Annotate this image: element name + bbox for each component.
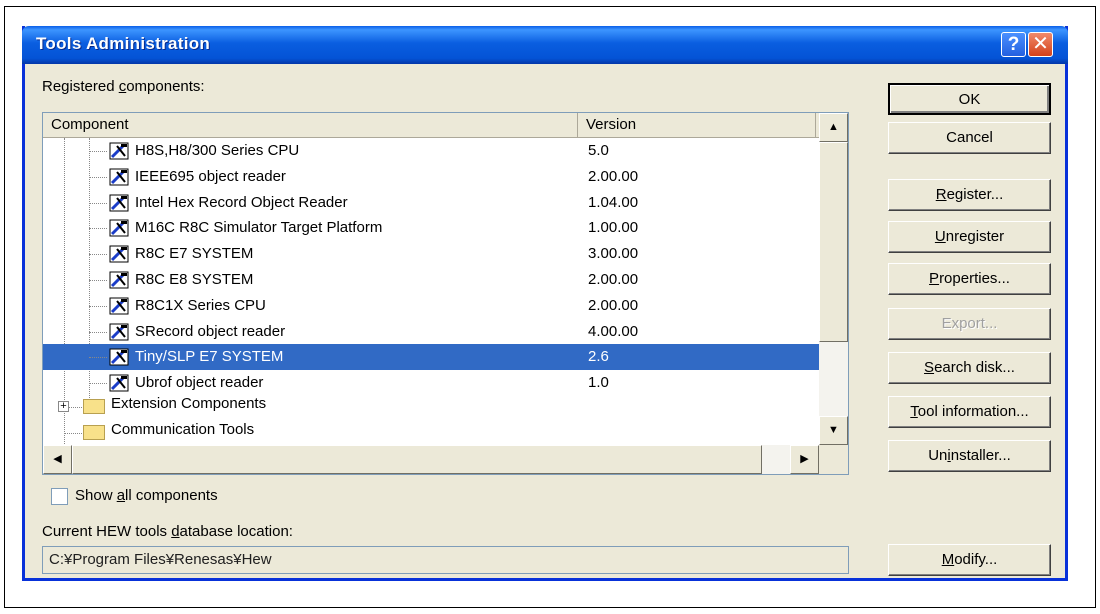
folder-icon <box>83 399 105 414</box>
component-name: IEEE695 object reader <box>135 167 286 185</box>
list-item[interactable]: H8S,H8/300 Series CPU 5.0 <box>43 138 819 164</box>
database-path-field[interactable]: C:¥Program Files¥Renesas¥Hew <box>42 546 849 574</box>
database-location-label: Current HEW tools database location: <box>42 523 293 540</box>
component-version: 1.00.00 <box>588 219 639 237</box>
search-disk-button[interactable]: Search disk... <box>888 352 1051 384</box>
component-icon <box>109 297 129 315</box>
component-name: Intel Hex Record Object Reader <box>135 193 348 211</box>
component-version: 4.00.00 <box>588 322 639 340</box>
show-all-checkbox[interactable] <box>51 488 68 505</box>
component-icon <box>109 348 129 366</box>
component-name: R8C1X Series CPU <box>135 296 266 314</box>
folder-icon <box>83 425 105 440</box>
tree-item-communication-tools[interactable]: Communication Tools <box>111 421 254 438</box>
registered-components-label: Registered components: <box>42 78 205 95</box>
component-name: H8S,H8/300 Series CPU <box>135 142 300 159</box>
components-list[interactable]: Component Version H8S,H8/300 Series CPU 5… <box>42 112 849 475</box>
component-name: SRecord object reader <box>135 322 286 340</box>
list-item[interactable]: SRecord object reader 4.00.00 <box>43 319 819 345</box>
component-name: Ubrof object reader <box>135 374 264 392</box>
tools-administration-dialog: Tools Administration ? ✕ Registered comp… <box>22 26 1068 581</box>
component-name: R8C E7 SYSTEM <box>135 245 254 263</box>
component-version: 2.00.00 <box>588 167 639 185</box>
column-header-version[interactable]: Version <box>578 113 816 138</box>
component-version: 2.00.00 <box>588 296 639 314</box>
properties-button[interactable]: Properties... <box>888 263 1051 295</box>
scroll-down-arrow-icon[interactable]: ▼ <box>819 416 848 445</box>
uninstaller-button[interactable]: Uninstaller... <box>888 440 1051 472</box>
tree-item-extension-components[interactable]: Extension Components <box>111 395 266 412</box>
expand-extension-icon[interactable]: + <box>58 401 69 412</box>
scroll-right-arrow-icon[interactable]: ▶ <box>790 445 819 474</box>
component-name: Tiny/SLP E7 SYSTEM <box>135 348 284 366</box>
list-item[interactable]: Intel Hex Record Object Reader 1.04.00 <box>43 190 819 216</box>
title-bar[interactable]: Tools Administration ? ✕ <box>22 26 1068 64</box>
tool-information-button[interactable]: Tool information... <box>888 396 1051 428</box>
component-version: 2.6 <box>588 348 609 366</box>
scroll-thumb[interactable] <box>819 142 848 342</box>
component-version: 1.0 <box>588 374 609 392</box>
component-icon <box>109 323 129 341</box>
list-item[interactable]: IEEE695 object reader 2.00.00 <box>43 164 819 190</box>
show-all-label[interactable]: Show all components <box>75 487 218 504</box>
component-icon <box>109 271 129 289</box>
unregister-button[interactable]: Unregister <box>888 221 1051 253</box>
close-button[interactable]: ✕ <box>1028 32 1053 57</box>
dialog-title: Tools Administration <box>36 34 211 53</box>
export-button[interactable]: Export... <box>888 308 1051 340</box>
ok-button[interactable]: OK <box>888 83 1051 115</box>
component-name: M16C R8C Simulator Target Platform <box>135 219 383 237</box>
list-item[interactable]: R8C1X Series CPU 2.00.00 <box>43 293 819 319</box>
cancel-button[interactable]: Cancel <box>888 122 1051 154</box>
list-item[interactable]: R8C E8 SYSTEM 2.00.00 <box>43 267 819 293</box>
scroll-corner <box>819 445 848 474</box>
hscroll-thumb[interactable] <box>72 445 762 474</box>
component-version: 1.04.00 <box>588 193 639 211</box>
list-item[interactable]: R8C E7 SYSTEM 3.00.00 <box>43 241 819 267</box>
component-version: 2.00.00 <box>588 271 639 288</box>
list-item[interactable]: M16C R8C Simulator Target Platform 1.00.0… <box>43 215 819 241</box>
component-icon <box>109 245 129 263</box>
component-version: 5.0 <box>588 142 609 159</box>
component-icon <box>109 168 129 186</box>
register-button[interactable]: Register... <box>888 179 1051 211</box>
component-icon <box>109 374 129 392</box>
scroll-up-arrow-icon[interactable]: ▲ <box>819 113 848 142</box>
list-item[interactable]: Tiny/SLP E7 SYSTEM 2.6 <box>43 344 819 371</box>
component-icon <box>109 142 129 160</box>
help-button[interactable]: ? <box>1001 32 1026 57</box>
component-icon <box>109 194 129 212</box>
component-name: R8C E8 SYSTEM <box>135 271 254 288</box>
scroll-left-arrow-icon[interactable]: ◀ <box>43 445 72 474</box>
list-item[interactable]: Ubrof object reader 1.0 <box>43 370 819 396</box>
component-version: 3.00.00 <box>588 245 639 263</box>
horizontal-scrollbar[interactable]: ◀ ▶ <box>43 445 819 474</box>
vertical-scrollbar[interactable]: ▲ ▼ <box>819 113 848 445</box>
component-icon <box>109 219 129 237</box>
modify-button[interactable]: Modify... <box>888 544 1051 576</box>
column-header-component[interactable]: Component <box>43 113 578 138</box>
